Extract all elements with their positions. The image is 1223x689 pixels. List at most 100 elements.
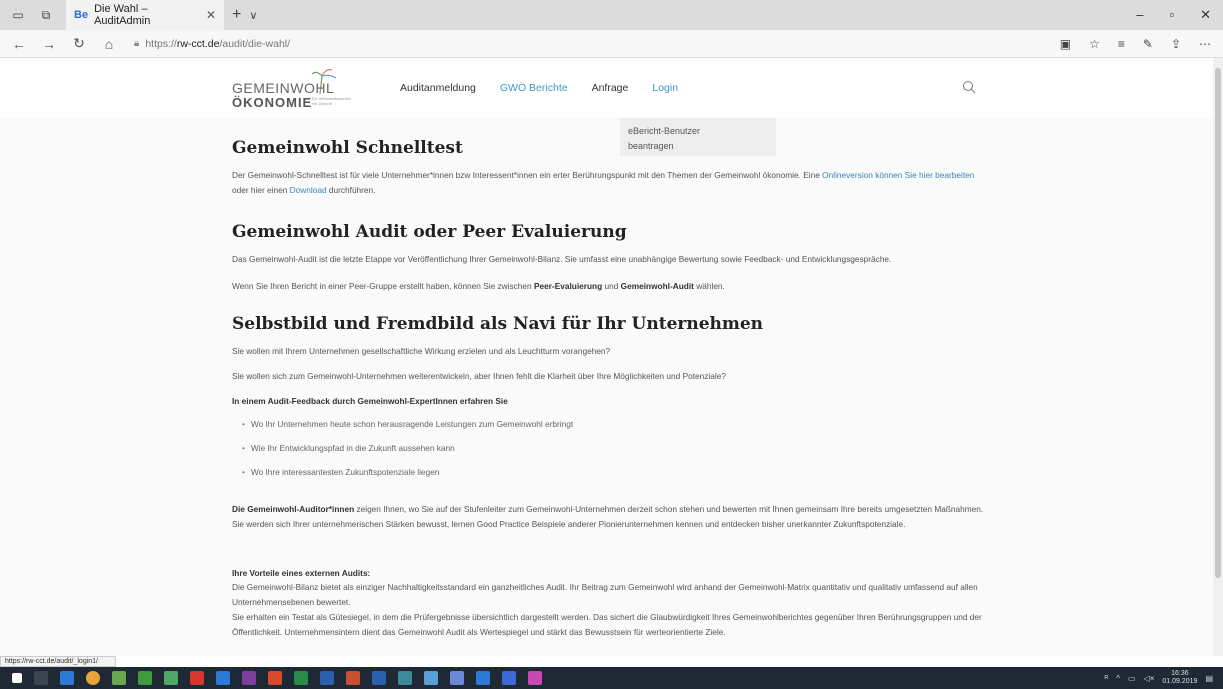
favorite-star-icon[interactable]: ☆ <box>1089 37 1100 51</box>
site-logo[interactable]: GEMEINWOHL ÖKONOMIE Ein Wirtschaftsmodel… <box>232 69 372 112</box>
p3-text-a: Wenn Sie Ihren Bericht in einer Peer-Gru… <box>232 281 534 291</box>
paragraph-klarheit: Sie wollen sich zum Gemeinwohl-Unternehm… <box>232 371 726 381</box>
app-icon[interactable] <box>398 671 412 685</box>
new-tab-icon[interactable]: + <box>232 6 241 24</box>
task-view-icon[interactable] <box>34 671 48 685</box>
browser-tab-active[interactable]: Be Die Wahl – AuditAdmin ✕ <box>66 0 224 30</box>
url-prefix: https:// <box>145 37 177 50</box>
paragraph-vorteile-1: Die Gemeinwohl-Bilanz bietet als einzige… <box>232 582 978 607</box>
menu-item-anfrage[interactable]: Anfrage <box>592 82 629 94</box>
chrome-icon[interactable] <box>86 671 100 685</box>
web-page: GEMEINWOHL ÖKONOMIE Ein Wirtschaftsmodel… <box>0 58 1213 656</box>
paragraph-schnelltest: Der Gemeinwohl-Schnelltest ist für viele… <box>232 168 992 198</box>
heading-schnelltest: Gemeinwohl Schnelltest <box>232 138 463 158</box>
app-icon[interactable] <box>450 671 464 685</box>
app-icon[interactable] <box>268 671 282 685</box>
app-icon[interactable] <box>424 671 438 685</box>
url-path: /audit/die-wahl/ <box>219 37 291 50</box>
logo-tagline: Ein Wirtschaftsmodell mit Zukunft <box>312 96 351 106</box>
paragraph-audit-intro: Das Gemeinwohl-Audit ist die letzte Etap… <box>232 254 892 264</box>
paragraph-auditorinnen: Die Gemeinwohl-Auditor*innen zeigen Ihne… <box>232 502 992 532</box>
clock-date: 01.09.2019 <box>1162 678 1198 685</box>
app-icon[interactable] <box>502 671 516 685</box>
scrollbar-thumb[interactable] <box>1215 68 1221 578</box>
lock-icon: 🔒︎ <box>134 38 140 49</box>
p1-text-a: Der Gemeinwohl-Schnelltest ist für viele… <box>232 170 823 180</box>
heading-selbstbild: Selbstbild und Fremdbild als Navi für Ih… <box>232 314 764 334</box>
browser-titlebar: ▭ ⧉ Be Die Wahl – AuditAdmin ✕ + ∨ – ▫ ✕ <box>0 0 1223 30</box>
url-host: rw-cct.de <box>176 37 220 50</box>
system-tray: ᴿ ^ ▭ ◁× 16:36 01.09.2019 ▤ <box>1105 670 1213 686</box>
onenote-icon[interactable] <box>242 671 256 685</box>
p3-text-mid: und <box>602 281 621 291</box>
tab-preview-icon[interactable]: ▭ <box>8 5 28 25</box>
app-icon[interactable] <box>112 671 126 685</box>
more-icon[interactable]: ⋯ <box>1199 37 1211 51</box>
app-icon[interactable] <box>372 671 386 685</box>
menu-item-auditanmeldung[interactable]: Auditanmeldung <box>400 82 476 94</box>
windows-taskbar: ᴿ ^ ▭ ◁× 16:36 01.09.2019 ▤ <box>0 667 1223 689</box>
onlineversion-link[interactable]: Onlineversion können Sie hier bearbeiten <box>822 170 974 180</box>
menu-item-login[interactable]: Login <box>652 82 678 94</box>
p3-text-c: wählen. <box>693 281 725 291</box>
show-hidden-icons-chevron-icon[interactable]: ^ <box>1116 674 1120 683</box>
notification-icon[interactable]: ▤ <box>1205 674 1213 683</box>
app-icon[interactable] <box>164 671 178 685</box>
network-icon[interactable]: ▭ <box>1128 674 1136 683</box>
paragraph-wirkung: Sie wollen mit Ihrem Unternehmen gesells… <box>232 346 611 356</box>
close-tab-icon[interactable]: ✕ <box>206 8 216 22</box>
volume-icon[interactable]: ◁× <box>1144 674 1155 683</box>
main-menu: Auditanmeldung GWÖ Berichte Anfrage Logi… <box>400 82 702 94</box>
minimize-icon[interactable]: – <box>1136 7 1143 23</box>
restore-icon[interactable]: ▫ <box>1169 7 1174 23</box>
p7-bold: Die Gemeinwohl-Auditor*innen <box>232 504 355 514</box>
taskbar-clock[interactable]: 16:36 01.09.2019 <box>1162 670 1197 686</box>
p1-text-b: oder hier einen <box>232 185 290 195</box>
tab-list-chevron-icon[interactable]: ∨ <box>249 9 257 22</box>
status-url: https://rw-cct.de/audit/_login1/ <box>0 656 116 667</box>
url-field[interactable]: 🔒︎ https://rw-cct.de/audit/die-wahl/ <box>134 33 1054 55</box>
paragraph-peer: Wenn Sie Ihren Bericht in einer Peer-Gru… <box>232 279 992 294</box>
windows-start-icon[interactable] <box>12 673 22 683</box>
search-icon[interactable] <box>962 80 976 94</box>
app-icon[interactable] <box>528 671 542 685</box>
close-window-icon[interactable]: ✕ <box>1200 7 1211 23</box>
powerpoint-icon[interactable] <box>346 671 360 685</box>
page-scrollbar[interactable] <box>1213 58 1223 656</box>
home-icon[interactable]: ⌂ <box>98 36 120 52</box>
people-icon[interactable]: ᴿ <box>1105 674 1109 683</box>
app-icon[interactable] <box>138 671 152 685</box>
dropdown-item-line1[interactable]: eBericht-Benutzer <box>628 124 768 139</box>
clock-time: 16:36 <box>1171 670 1189 677</box>
pen-icon[interactable]: ✎ <box>1143 37 1153 51</box>
logo-text-top: GEMEINWOHL <box>232 80 335 96</box>
tab-title: Die Wahl – AuditAdmin <box>94 3 151 27</box>
set-aside-tabs-icon[interactable]: ⧉ <box>36 5 56 25</box>
login-dropdown[interactable]: eBericht-Benutzer beantragen <box>620 118 776 156</box>
forward-icon[interactable]: → <box>38 36 60 52</box>
menu-item-gwoe-berichte[interactable]: GWÖ Berichte <box>500 82 568 94</box>
edge-icon[interactable] <box>60 671 74 685</box>
reading-view-icon[interactable]: ▣ <box>1060 37 1071 51</box>
bullet-item: Wo Ihre interessantesten Zukunftspotenzi… <box>242 467 439 477</box>
share-icon[interactable]: ⇪ <box>1171 37 1181 51</box>
address-bar: ← → ↻ ⌂ 🔒︎ https://rw-cct.de/audit/die-w… <box>0 30 1223 58</box>
heading-audit: Gemeinwohl Audit oder Peer Evaluierung <box>232 222 627 242</box>
back-icon[interactable]: ← <box>8 36 30 52</box>
app-icon[interactable] <box>476 671 490 685</box>
refresh-icon[interactable]: ↻ <box>68 35 90 52</box>
dropdown-item-line2[interactable]: beantragen <box>628 139 768 154</box>
p1-text-c: durchführen. <box>326 185 376 195</box>
p3-bold-peer: Peer-Evaluierung <box>533 281 603 291</box>
site-header: GEMEINWOHL ÖKONOMIE Ein Wirtschaftsmodel… <box>0 58 1213 118</box>
favorites-hub-icon[interactable]: ≡ <box>1118 37 1125 51</box>
word-icon[interactable] <box>320 671 334 685</box>
outlook-icon[interactable] <box>216 671 230 685</box>
bullet-item: Wo Ihr Unternehmen heute schon herausrag… <box>242 419 573 429</box>
excel-icon[interactable] <box>294 671 308 685</box>
download-link[interactable]: Download <box>290 185 327 195</box>
logo-text-bottom: ÖKONOMIE <box>232 95 313 110</box>
p3-bold-audit: Gemeinwohl-Audit <box>620 281 694 291</box>
paragraph-vorteile-title: Ihre Vorteile eines externen Audits: <box>232 568 371 578</box>
acrobat-icon[interactable] <box>190 671 204 685</box>
